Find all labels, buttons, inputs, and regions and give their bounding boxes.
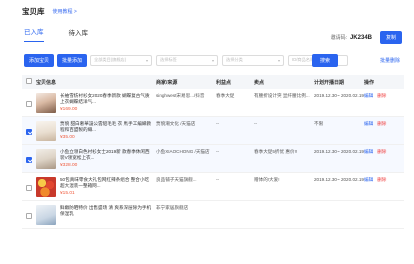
- chevron-down-icon: ▾: [146, 57, 149, 63]
- product-info: 贾貌 甜白奢華設公雲貂毛毛 衣 馬手工編織教程和百盟製的織... ¥35.00: [36, 121, 156, 141]
- row-checkbox[interactable]: [26, 101, 32, 107]
- tag-select[interactable]: 选择标签 ▾: [156, 54, 219, 66]
- product-price: ¥35.00: [60, 135, 75, 140]
- product-price: ¥169.00: [60, 107, 78, 112]
- header-selling-point: 卖点: [254, 79, 265, 86]
- category-select[interactable]: 全部类目(旗舰店) ▾: [90, 54, 153, 66]
- product-source: 非宁家居旗舰店: [156, 205, 189, 210]
- row-checkbox[interactable]: [26, 157, 32, 163]
- product-thumbnail: [36, 177, 56, 197]
- table-row: 贾貌 甜白奢華設公雲貂毛毛 衣 馬手工編織教程和百盟製的織... ¥35.00 …: [22, 117, 404, 145]
- search-button[interactable]: 搜索: [312, 53, 339, 67]
- edit-link[interactable]: 编辑: [364, 121, 373, 127]
- table-header: 宝贝信息 商家/来源 利益点 卖点 计划开播日期 操作: [22, 75, 404, 89]
- select-all-checkbox[interactable]: [26, 78, 32, 84]
- tag-select-placeholder: 选择标签: [160, 57, 177, 62]
- table-row: 小鱼立领白色衬衫女士2019新 款春季休闲西装V领宽松上衣... ¥328.00…: [22, 145, 404, 173]
- header-source: 商家/来源: [156, 79, 178, 86]
- page-header: 宝贝库 使用教程 >: [0, 0, 414, 22]
- copy-button[interactable]: 复制: [379, 31, 402, 44]
- edit-link[interactable]: 编辑: [364, 149, 373, 155]
- table-row: 长袖雪纺衬衫女2020春季新款 蝴蝶复古气质上衣蝴蝶结洋气... ¥169.00…: [22, 89, 404, 117]
- product-thumbnail: [36, 93, 56, 113]
- product-table: 宝贝信息 商家/来源 利益点 卖点 计划开播日期 操作 长袖雪纺衬衫女2020春…: [22, 75, 404, 229]
- product-price: ¥328.00: [60, 163, 78, 168]
- invite-code-area: 邀请码: JK234B 复制: [331, 31, 402, 44]
- product-selling-point: 赠体的!大爱!: [254, 177, 280, 182]
- search-input-placeholder: ID/商品名称: [292, 57, 315, 62]
- product-selling-point: 春季大促5折优 惠价!!: [254, 149, 298, 154]
- product-source: 小鱼XIAOCHONG /天猫店: [156, 149, 210, 154]
- chevron-down-icon: ▾: [212, 57, 215, 63]
- product-thumbnail: [36, 121, 56, 141]
- product-date: 2019.12.30~ 2020.02.19: [314, 93, 364, 98]
- batch-delete-button[interactable]: 批量删除: [380, 57, 400, 64]
- product-thumbnail: [36, 205, 56, 225]
- delete-link[interactable]: 删除: [377, 177, 386, 183]
- product-date: 2019.12.30~ 2020.02.19: [314, 149, 364, 154]
- batch-add-button[interactable]: 批量添加: [57, 53, 88, 67]
- product-price: ¥15.01: [60, 191, 75, 196]
- product-info: 50包真味零食大礼包网红辣条组合 整合小吃超大混装一整箱网... ¥15.01: [36, 177, 156, 197]
- product-selling-point: 有腰折设计突 显纤腰比例...: [254, 93, 310, 98]
- product-info: 鲜嫩防晒特价 出售盛场 清 爽系深层除为手机保湿乳: [36, 205, 156, 225]
- product-source: 良品铺子天猫旗舰...: [156, 177, 197, 182]
- delete-link[interactable]: 删除: [377, 149, 386, 155]
- invite-code-label: 邀请码:: [330, 35, 347, 41]
- row-checkbox[interactable]: [26, 185, 32, 191]
- class-select[interactable]: 选择分类 ▾: [222, 54, 285, 66]
- header-benefit: 利益点: [216, 79, 232, 86]
- product-source: singhwest宋易思.../抖音: [156, 93, 205, 98]
- header-info: 宝贝信息: [36, 79, 57, 86]
- class-select-placeholder: 选择分类: [226, 57, 243, 62]
- product-benefit: --: [216, 121, 220, 126]
- product-name[interactable]: 贾貌 甜白奢華設公雲貂毛毛 衣 馬手工編織教程和百盟製的織...: [60, 121, 152, 133]
- row-checkbox[interactable]: [26, 129, 32, 135]
- header-date: 计划开播日期: [314, 79, 345, 86]
- product-name[interactable]: 50包真味零食大礼包网红辣条组合 整合小吃超大混装一整箱网...: [60, 177, 152, 189]
- product-benefit: 春季大促: [216, 93, 235, 98]
- page-title: 宝贝库: [22, 6, 45, 16]
- product-thumbnail: [36, 149, 56, 169]
- add-item-button[interactable]: 添加宝贝: [24, 53, 55, 67]
- edit-link[interactable]: 编辑: [364, 93, 373, 99]
- product-name[interactable]: 鲜嫩防晒特价 出售盛场 清 爽系深层除为手机保湿乳: [60, 205, 152, 217]
- chevron-down-icon: ▾: [278, 57, 281, 63]
- header-actions: 操作: [364, 79, 375, 86]
- table-row: 鲜嫩防晒特价 出售盛场 清 爽系深层除为手机保湿乳 非宁家居旗舰店: [22, 201, 404, 229]
- row-checkbox[interactable]: [26, 213, 32, 219]
- product-source: 贾貌潮文化 /天猫店: [156, 121, 196, 126]
- toolbar: 添加宝贝 批量添加 全部类目(旗舰店) ▾ 选择标签 ▾ 选择分类 ▾ ID/商…: [0, 50, 414, 70]
- invite-code-value: JK234B: [349, 34, 372, 41]
- table-row: 50包真味零食大礼包网红辣条组合 整合小吃超大混装一整箱网... ¥15.01 …: [22, 173, 404, 201]
- delete-link[interactable]: 删除: [377, 121, 386, 127]
- product-selling-point: --: [254, 121, 258, 126]
- product-date: 2019.12.30~ 2020.02.19: [314, 177, 364, 182]
- product-benefit: --: [216, 149, 220, 154]
- product-date: 不限: [314, 121, 324, 126]
- tutorial-link[interactable]: 使用教程 >: [53, 8, 77, 15]
- tab-stored[interactable]: 已入库: [24, 26, 44, 42]
- delete-link[interactable]: 删除: [377, 93, 386, 99]
- product-info: 长袖雪纺衬衫女2020春季新款 蝴蝶复古气质上衣蝴蝶结洋气... ¥169.00: [36, 93, 156, 113]
- edit-link[interactable]: 编辑: [364, 177, 373, 183]
- tab-pending[interactable]: 待入库: [69, 27, 89, 42]
- category-select-placeholder: 全部类目(旗舰店): [94, 57, 127, 62]
- product-benefit: --: [216, 177, 220, 182]
- product-name[interactable]: 小鱼立领白色衬衫女士2019新 款春季休闲西装V领宽松上衣...: [60, 149, 152, 161]
- tab-bar: 已入库 待入库 邀请码: JK234B 复制: [0, 22, 414, 44]
- product-name[interactable]: 长袖雪纺衬衫女2020春季新款 蝴蝶复古气质上衣蝴蝶结洋气...: [60, 93, 152, 105]
- product-info: 小鱼立领白色衬衫女士2019新 款春季休闲西装V领宽松上衣... ¥328.00: [36, 149, 156, 169]
